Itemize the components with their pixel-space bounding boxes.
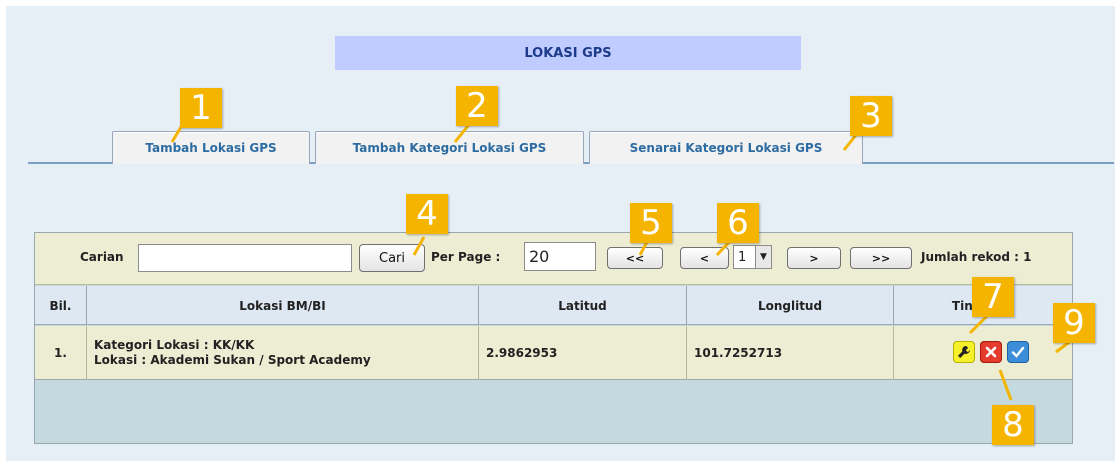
per-page-label: Per Page : [431, 250, 501, 264]
table-header-row: Bil. Lokasi BM/BI Latitud Longlitud Tind… [35, 286, 1072, 325]
callout-marker-2: 2 [456, 86, 498, 126]
table-row: 1. Kategori Lokasi : KK/KK Lokasi : Akad… [35, 326, 1072, 380]
search-button[interactable]: Cari [359, 244, 425, 272]
delete-x-glyph [985, 346, 997, 358]
tab-senarai-kategori-lokasi-gps[interactable]: Senarai Kategori Lokasi GPS [589, 131, 863, 164]
column-header-latitud: Latitud [479, 286, 687, 325]
column-header-longlitud: Longlitud [687, 286, 894, 325]
chevron-down-icon[interactable]: ▼ [755, 246, 771, 268]
cell-longlitud: 101.7252713 [687, 326, 894, 380]
checkmark-icon[interactable] [1007, 341, 1029, 363]
callout-marker-8: 8 [992, 405, 1034, 445]
delete-x-icon[interactable] [980, 341, 1002, 363]
last-page-button[interactable]: >> [850, 247, 912, 269]
wrench-icon[interactable] [953, 341, 975, 363]
tab-tambah-lokasi-gps[interactable]: Tambah Lokasi GPS [112, 131, 310, 164]
cell-bil: 1. [35, 326, 87, 380]
callout-marker-9: 9 [1053, 303, 1095, 343]
page-select-value: 1 [738, 249, 747, 265]
callout-marker-1: 1 [180, 88, 222, 128]
first-page-button[interactable]: << [607, 247, 663, 269]
wrench-icon-glyph [958, 346, 970, 358]
location-grid: Carian Cari Per Page : 20 << < 1 ▼ > >> … [34, 232, 1073, 444]
page-title: LOKASI GPS [335, 36, 801, 70]
callout-marker-7: 7 [972, 277, 1014, 317]
callout-marker-5: 5 [630, 203, 672, 243]
per-page-input[interactable]: 20 [524, 242, 596, 271]
cell-latitud: 2.9862953 [479, 326, 687, 380]
prev-page-button[interactable]: < [680, 247, 729, 269]
column-header-lokasi: Lokasi BM/BI [87, 286, 479, 325]
checkmark-glyph [1011, 346, 1025, 358]
search-label: Carian [80, 250, 124, 264]
next-page-button[interactable]: > [787, 247, 841, 269]
column-header-bil: Bil. [35, 286, 87, 325]
callout-marker-4: 4 [406, 194, 448, 234]
search-input[interactable] [138, 244, 352, 272]
tab-tambah-kategori-lokasi-gps[interactable]: Tambah Kategori Lokasi GPS [315, 131, 584, 164]
callout-marker-6: 6 [717, 203, 759, 243]
location-category: Kategori Lokasi : KK/KK [94, 338, 255, 352]
grid-toolbar: Carian Cari Per Page : 20 << < 1 ▼ > >> … [35, 233, 1072, 285]
callout-marker-3: 3 [850, 96, 892, 136]
page-select[interactable]: 1 ▼ [733, 245, 772, 269]
location-name: Lokasi : Akademi Sukan / Sport Academy [94, 353, 371, 367]
cell-lokasi: Kategori Lokasi : KK/KK Lokasi : Akademi… [87, 326, 479, 380]
record-count: Jumlah rekod : 1 [921, 250, 1032, 264]
